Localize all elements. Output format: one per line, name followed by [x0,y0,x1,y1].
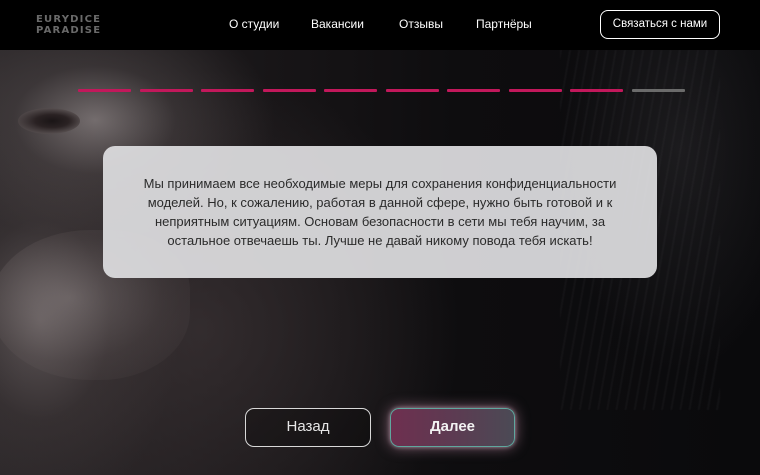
progress-step-completed [447,89,500,92]
progress-step-pending [631,89,685,92]
progress-step-completed [262,89,316,92]
progress-step-completed [385,89,439,92]
contact-us-button[interactable]: Связаться с нами [600,10,720,39]
progress-step-completed [139,89,193,92]
nav-item-partners[interactable]: Партнёры [476,17,532,31]
nav-item-reviews[interactable]: Отзывы [399,17,443,31]
next-button[interactable]: Далее [390,408,515,447]
info-card: Мы принимаем все необходимые меры для со… [103,146,657,278]
progress-step-completed [570,89,623,92]
nav-item-about[interactable]: О студии [229,17,279,31]
progress-step-completed [324,89,377,92]
info-card-text: Мы принимаем все необходимые меры для со… [143,176,617,248]
progress-step-completed [78,89,131,92]
back-button[interactable]: Назад [245,408,371,447]
site-header: EURYDICE PARADISE О студии Вакансии Отзы… [0,0,760,50]
progress-step-completed [508,89,562,92]
progress-step-completed [201,89,254,92]
onboarding-page: EURYDICE PARADISE О студии Вакансии Отзы… [0,0,760,475]
step-progress [78,89,688,93]
nav-item-vacancies[interactable]: Вакансии [311,17,364,31]
background-eye [18,108,80,134]
